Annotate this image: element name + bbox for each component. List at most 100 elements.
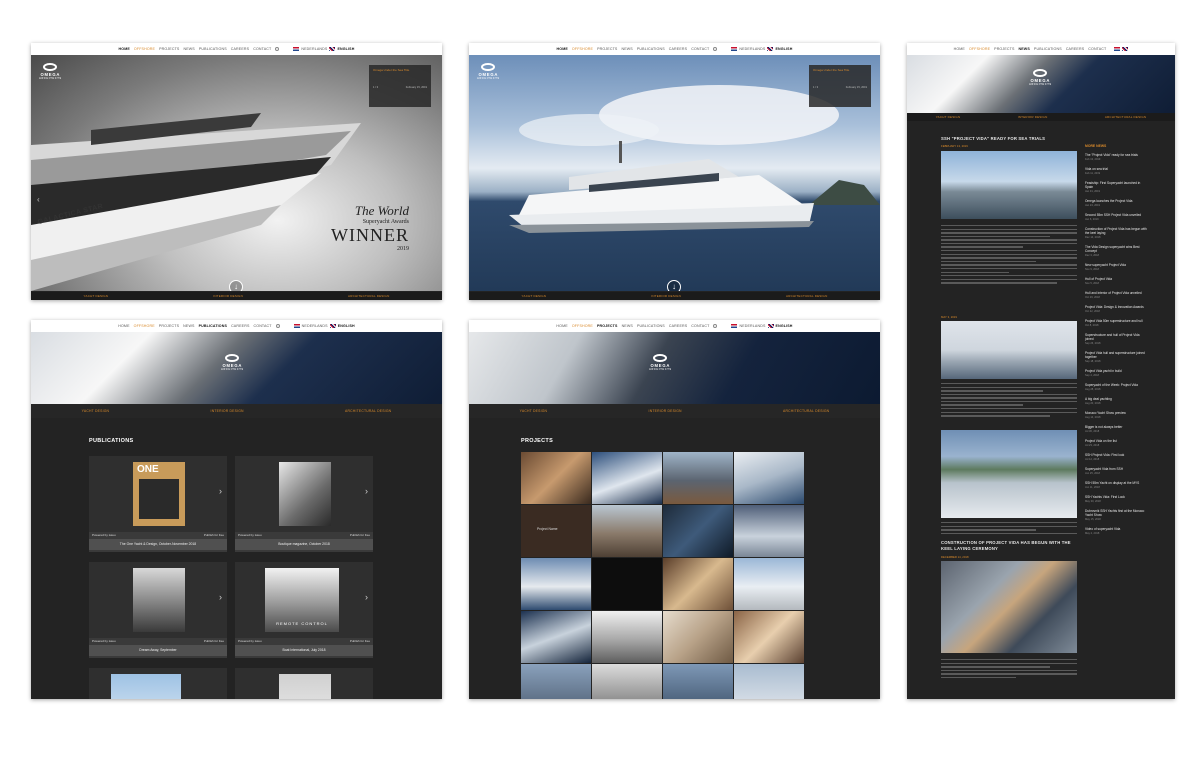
news-list-item[interactable]: SSH 55m Yacht on display at the MYS Jun 1… <box>1085 481 1147 489</box>
news-list-item[interactable]: Monaco Yacht Show preview Aug 14, 2018 <box>1085 411 1147 419</box>
service-yacht-design[interactable]: Yacht Design <box>522 294 547 298</box>
project-tile[interactable] <box>734 664 804 699</box>
site-logo[interactable]: OMEGA ARCHITECTS <box>221 354 244 371</box>
project-tile[interactable] <box>592 505 662 557</box>
nav-projects[interactable]: Projects <box>597 324 618 328</box>
nav-news[interactable]: News <box>183 47 194 51</box>
project-tile[interactable] <box>592 611 662 663</box>
service-architectural-design[interactable]: Architectural Design <box>786 294 827 298</box>
nav-contact[interactable]: Contact <box>253 47 271 51</box>
news-ticker[interactable]: Omega Under the Sea Title 1 / 3 February… <box>809 65 871 107</box>
search-icon[interactable] <box>275 47 280 51</box>
nav-careers[interactable]: Careers <box>231 47 249 51</box>
service-interior-design[interactable]: Interior Design <box>213 294 243 298</box>
nav-offshore[interactable]: Offshore <box>572 47 593 51</box>
news-list-item[interactable]: Project Vida 50m superstructure and hull… <box>1085 319 1147 327</box>
nav-offshore[interactable]: Offshore <box>134 47 155 51</box>
nav-projects[interactable]: Projects <box>597 47 617 51</box>
news-ticker-pager[interactable]: 1 / 3 <box>813 86 818 89</box>
publication-card[interactable] <box>89 668 227 699</box>
nav-projects[interactable]: Projects <box>159 47 179 51</box>
project-tile[interactable] <box>663 452 733 504</box>
news-list-item[interactable]: Superyacht of the Week: Project Vida Aug … <box>1085 383 1147 391</box>
news-list-item[interactable]: SSH Project Vida: First look Jul 12, 2018 <box>1085 453 1147 461</box>
search-icon[interactable] <box>275 324 280 328</box>
nav-offshore[interactable]: Offshore <box>572 324 593 328</box>
chevron-right-icon[interactable]: › <box>365 592 368 602</box>
site-logo[interactable]: OMEGA ARCHITECTS <box>477 63 500 80</box>
article-image-3[interactable] <box>941 430 1077 518</box>
service-interior-design[interactable]: Interior Design <box>649 409 682 413</box>
prev-slide-icon[interactable]: ‹ <box>37 195 40 204</box>
nav-careers[interactable]: Careers <box>231 324 249 328</box>
project-tile[interactable] <box>734 558 804 610</box>
nav-contact[interactable]: Contact <box>254 324 272 328</box>
nav-news[interactable]: News <box>621 47 632 51</box>
news-ticker-pager[interactable]: 1 / 3 <box>373 86 378 89</box>
news-list-item[interactable]: Project Vida yacht in build Sep 4, 2018 <box>1085 369 1147 377</box>
publication-card[interactable] <box>235 668 373 699</box>
project-tile[interactable] <box>592 664 662 699</box>
publication-card[interactable]: › Powered by issuu Publish for free Drea… <box>89 562 227 658</box>
service-interior-design[interactable]: Interior Design <box>211 409 244 413</box>
news-ticker[interactable]: Omega Under the Sea Title 1 / 3 February… <box>369 65 431 107</box>
chevron-right-icon[interactable]: › <box>365 486 368 496</box>
news-list-item[interactable]: Vida on sea trial Feb 11, 2019 <box>1085 167 1147 175</box>
publish-free-link[interactable]: Publish for free <box>350 639 370 643</box>
nav-publications[interactable]: Publications <box>199 47 227 51</box>
service-yacht-design[interactable]: Yacht Design <box>84 294 109 298</box>
lang-en[interactable]: English <box>338 324 355 328</box>
nav-projects[interactable]: Projects <box>159 324 179 328</box>
nav-careers[interactable]: Careers <box>669 47 687 51</box>
project-tile[interactable] <box>592 452 662 504</box>
project-tile[interactable] <box>521 611 591 663</box>
nav-offshore[interactable]: Offshore <box>134 324 155 328</box>
chevron-right-icon[interactable]: › <box>219 592 222 602</box>
news-list-item[interactable]: Project Vida hull and superstructure joi… <box>1085 351 1147 363</box>
news-list-item[interactable]: Omega launches the Project Vida Jan 24, 2… <box>1085 199 1147 207</box>
lang-en[interactable]: English <box>776 324 793 328</box>
nav-publications[interactable]: Publications <box>199 324 228 328</box>
article-image-4[interactable] <box>941 561 1077 653</box>
scroll-down-button[interactable]: ↓ <box>229 280 243 291</box>
project-tile[interactable] <box>663 611 733 663</box>
service-yacht-design[interactable]: Yacht Design <box>82 409 110 413</box>
chevron-right-icon[interactable]: › <box>219 486 222 496</box>
project-tile[interactable] <box>663 558 733 610</box>
project-tile[interactable] <box>734 611 804 663</box>
nav-contact[interactable]: Contact <box>1088 47 1106 51</box>
news-list-item[interactable]: SSH Yachts Vida: First Look May 30, 2018 <box>1085 495 1147 503</box>
news-list-item[interactable]: Second 55m SSH Project Vida unveiled Jan … <box>1085 213 1147 221</box>
lang-en[interactable]: English <box>337 47 354 51</box>
service-architectural-design[interactable]: Architectural Design <box>345 409 391 413</box>
lang-nl[interactable]: Nederlands <box>739 324 765 328</box>
news-list-item[interactable]: Superstructure and hull of Project Vida … <box>1085 333 1147 345</box>
article-title[interactable]: SSH "PROJECT VIDA" READY FOR SEA TRIALS <box>941 136 1045 141</box>
publication-card[interactable]: › Powered by issuu Publish for free Bout… <box>235 456 373 552</box>
news-list-item[interactable]: Feadship: First Superyacht launched in S… <box>1085 181 1147 193</box>
service-architectural-design[interactable]: Architectural Design <box>348 294 389 298</box>
nav-home[interactable]: Home <box>118 324 129 328</box>
nav-news[interactable]: News <box>183 324 194 328</box>
news-list-item[interactable]: Hull and interior of Project Vida unveil… <box>1085 291 1147 299</box>
publication-card[interactable]: ONE › Powered by issuu Publish for free … <box>89 456 227 552</box>
news-list-item[interactable]: Superyacht Vida from SSH Jun 25, 2018 <box>1085 467 1147 475</box>
article-image-2[interactable] <box>941 321 1077 379</box>
site-logo[interactable]: OMEGA ARCHITECTS <box>649 354 672 371</box>
nav-news[interactable]: News <box>1019 47 1030 51</box>
project-tile[interactable] <box>521 664 591 699</box>
nav-home[interactable]: Home <box>954 47 965 51</box>
nav-news[interactable]: News <box>622 324 633 328</box>
news-list-item[interactable]: New superyacht Project Vida Nov 9, 2018 <box>1085 263 1147 271</box>
nav-home[interactable]: Home <box>119 47 130 51</box>
news-list-item[interactable]: The Vida Design superyacht wins Best Con… <box>1085 245 1147 257</box>
publication-card[interactable]: REMOTE CONTROL › Powered by issuu Publis… <box>235 562 373 658</box>
project-tile[interactable] <box>592 558 662 610</box>
service-interior-design[interactable]: Interior Design <box>651 294 681 298</box>
publish-free-link[interactable]: Publish for free <box>204 639 224 643</box>
project-tile[interactable] <box>663 505 733 557</box>
service-yacht-design[interactable]: Yacht Design <box>520 409 548 413</box>
news-list-item[interactable]: Dubrovnik SSH Yachts first at the Monaco… <box>1085 509 1147 521</box>
site-logo[interactable]: OMEGA ARCHITECTS <box>1029 69 1052 86</box>
news-list-item[interactable]: The "Project Vida" ready for sea trials F… <box>1085 153 1147 161</box>
